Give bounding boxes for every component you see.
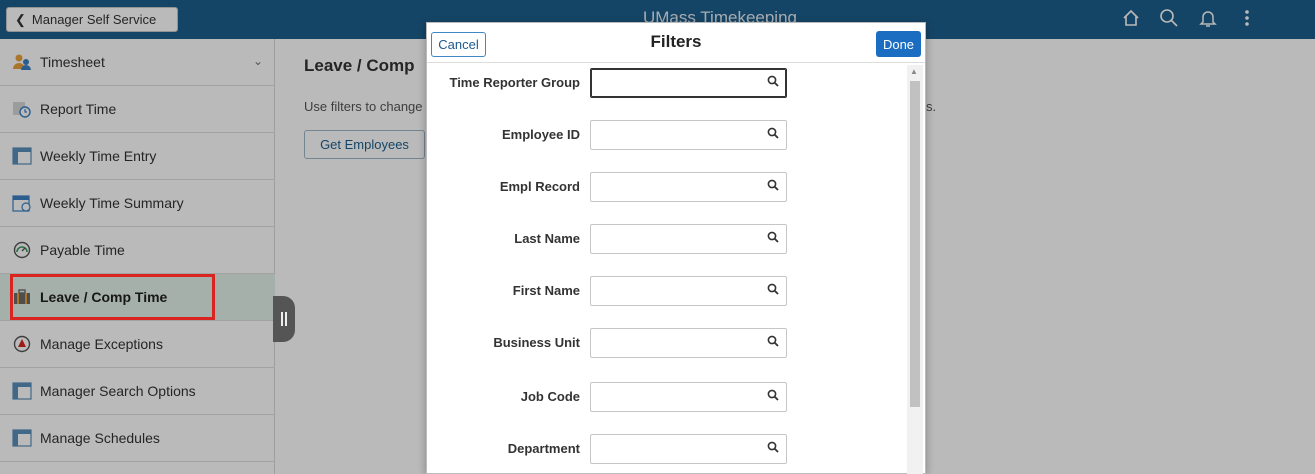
field-label: Last Name: [514, 231, 580, 246]
department-input[interactable]: [590, 434, 787, 464]
search-icon[interactable]: [767, 231, 779, 246]
search-icon[interactable]: [767, 75, 779, 90]
highlight-box: [10, 274, 215, 320]
search-icon[interactable]: [767, 389, 779, 404]
modal-header: Filters Cancel Done: [427, 23, 925, 63]
field-label: Business Unit: [493, 335, 580, 350]
search-icon[interactable]: [767, 127, 779, 142]
field-label: Employee ID: [501, 127, 580, 142]
business-unit-input[interactable]: [590, 328, 787, 358]
field-label: Job Code: [520, 389, 580, 404]
cancel-button[interactable]: Cancel: [431, 32, 486, 57]
field-label: Time Reporter Group: [449, 75, 580, 90]
time-reporter-group-input[interactable]: [590, 68, 787, 98]
empl-record-input[interactable]: [590, 172, 787, 202]
scroll-up-arrow-icon[interactable]: ▲: [910, 67, 918, 76]
filter-row-last-name: Last Name: [427, 224, 907, 254]
filter-row-first-name: First Name: [427, 276, 907, 306]
field-label: First Name: [512, 283, 580, 298]
employee-id-input[interactable]: [590, 120, 787, 150]
search-icon[interactable]: [767, 283, 779, 298]
modal-scrollbar-thumb[interactable]: [910, 81, 920, 407]
filter-row-job-code: Job Code: [427, 382, 907, 412]
done-button[interactable]: Done: [876, 31, 921, 57]
filters-modal: Filters Cancel Done Time Reporter Group …: [426, 22, 926, 474]
search-icon[interactable]: [767, 335, 779, 350]
filter-row-empl-record: Empl Record: [427, 172, 907, 202]
modal-title: Filters: [650, 32, 702, 51]
first-name-input[interactable]: [590, 276, 787, 306]
last-name-input[interactable]: [590, 224, 787, 254]
job-code-input[interactable]: [590, 382, 787, 412]
field-label: Department: [507, 441, 580, 456]
filter-row-department: Department: [427, 434, 907, 464]
filter-row-business-unit: Business Unit: [427, 328, 907, 358]
search-icon[interactable]: [767, 179, 779, 194]
filter-row-employee-id: Employee ID: [427, 120, 907, 150]
field-label: Empl Record: [499, 179, 580, 194]
filter-row-time-reporter-group: Time Reporter Group: [427, 68, 907, 98]
collapse-handle[interactable]: [273, 296, 295, 342]
search-icon[interactable]: [767, 441, 779, 456]
